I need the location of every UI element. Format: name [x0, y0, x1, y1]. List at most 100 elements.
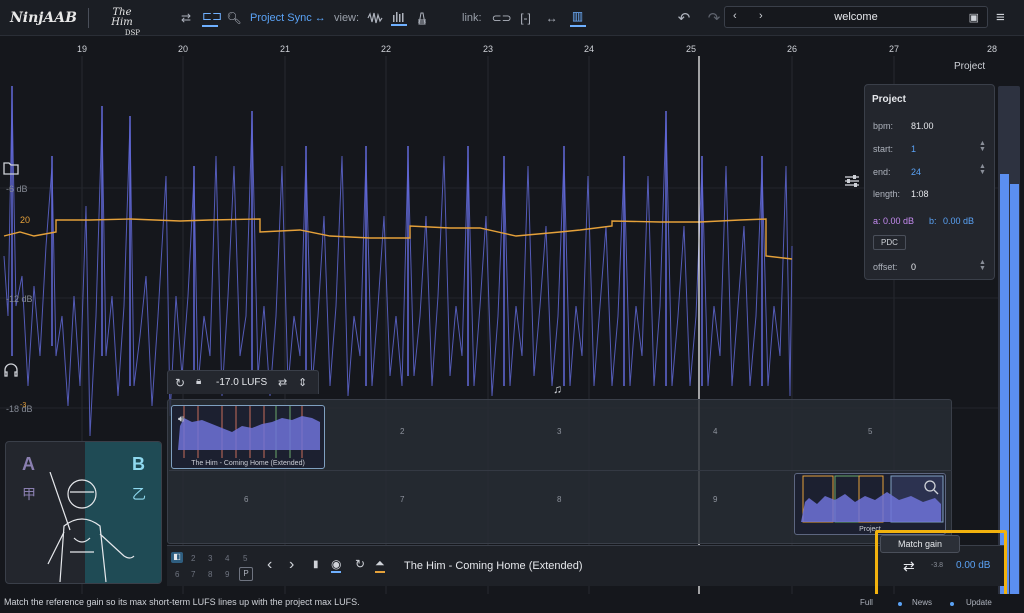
- slot-number[interactable]: 4: [713, 427, 717, 436]
- link-bracket-icon[interactable]: [-]: [518, 11, 534, 25]
- b-gain-label: b:: [929, 216, 937, 226]
- sync-cursor-icon[interactable]: ⊏⊐: [202, 9, 222, 27]
- link-grid-icon[interactable]: ▥: [569, 9, 586, 27]
- bar-marker: 25: [685, 44, 696, 54]
- offset-value[interactable]: 0: [911, 262, 916, 272]
- slot-num[interactable]: 3: [208, 554, 212, 563]
- refresh-icon[interactable]: ↻: [175, 376, 185, 390]
- slot-number[interactable]: 9: [713, 495, 717, 504]
- slot-num[interactable]: 7: [191, 570, 195, 579]
- slot-num[interactable]: 6: [175, 570, 179, 579]
- reference-waveform-thumb: 🔊︎: [178, 406, 320, 458]
- link-range-icon[interactable]: ↔: [544, 11, 560, 25]
- settings-sliders-icon[interactable]: [844, 174, 860, 188]
- preset-navigator[interactable]: ‹ › welcome ▣: [724, 6, 988, 28]
- project-panel-title: Project: [872, 94, 906, 105]
- ninja-illustration: [47, 472, 135, 583]
- music-note-icon[interactable]: ♫: [553, 382, 562, 396]
- y-label-6db: -6 dB: [6, 184, 28, 194]
- bpm-label: bpm:: [873, 121, 894, 131]
- swap-gain-icon[interactable]: ⇄: [278, 376, 287, 389]
- slot-number[interactable]: 8: [557, 495, 561, 504]
- view-label: view:: [334, 12, 360, 24]
- preset-name[interactable]: welcome: [725, 11, 987, 23]
- prev-track-icon[interactable]: ‹: [267, 556, 272, 574]
- project-slot-button[interactable]: P: [239, 567, 253, 581]
- slot-number[interactable]: 6: [244, 495, 248, 504]
- speaker-icon[interactable]: 🔊︎: [178, 414, 185, 425]
- fit-vertical-icon[interactable]: ⇕: [298, 376, 307, 389]
- eye-icon[interactable]: ◉: [331, 557, 342, 573]
- full-link[interactable]: Full: [860, 598, 873, 607]
- project-sync-dropdown[interactable]: Project Sync ↔: [250, 12, 326, 24]
- slot-number[interactable]: 5: [868, 427, 872, 436]
- trash-icon[interactable]: ▮: [313, 559, 319, 570]
- redo-icon[interactable]: ↷: [706, 9, 722, 27]
- menu-icon[interactable]: ≡: [996, 9, 1005, 26]
- swap-icon[interactable]: ⇄: [178, 11, 194, 25]
- short-term-lufs-waveform: [3, 95, 793, 437]
- news-dot-icon: [898, 602, 902, 606]
- start-label: start:: [873, 144, 894, 154]
- slot-num[interactable]: 5: [243, 554, 247, 563]
- bars-view-icon[interactable]: [391, 10, 408, 26]
- pdc-button[interactable]: PDC: [873, 235, 906, 250]
- news-link[interactable]: News: [912, 598, 932, 607]
- link-label: link:: [462, 12, 482, 24]
- offset-label: offset:: [873, 262, 898, 272]
- end-label: end:: [873, 167, 891, 177]
- lock-icon[interactable]: 🔒︎: [196, 376, 201, 387]
- status-bar: Match the reference gain so its max shor…: [0, 594, 1024, 613]
- slot-number[interactable]: 3: [557, 427, 561, 436]
- project-settings-panel: Project bpm: 81.00 start: 1 ▲ ▼ end: 24 ▲…: [864, 84, 995, 280]
- length-label: length:: [873, 189, 901, 199]
- slot-num[interactable]: 2: [191, 554, 195, 563]
- update-link[interactable]: Update: [966, 598, 992, 607]
- end-value[interactable]: 24: [911, 167, 921, 177]
- bar-marker: 24: [583, 44, 594, 54]
- divider: [88, 8, 89, 28]
- b-gain-value[interactable]: 0.00 dB: [943, 216, 974, 226]
- bar-marker: 19: [76, 44, 87, 54]
- slot-num[interactable]: 8: [208, 570, 212, 579]
- metronome-icon[interactable]: ⏶: [375, 556, 385, 573]
- bar-marker: 26: [786, 44, 797, 54]
- update-dot-icon: [950, 602, 954, 606]
- top-toolbar: NinjAAB The Him DSP ⇄ ⊏⊐ 🔍︎ Project Sync…: [0, 0, 1024, 38]
- length-value: 1:08: [911, 189, 929, 199]
- brand-logo-text: NinjAAB: [10, 10, 77, 26]
- start-value[interactable]: 1: [911, 144, 916, 154]
- ab-switch-panel[interactable]: A 甲 B 乙: [5, 441, 162, 584]
- next-track-icon[interactable]: ›: [289, 556, 294, 574]
- reference-lufs-value: -17.0 LUFS: [216, 377, 268, 388]
- slot-num[interactable]: 9: [225, 570, 229, 579]
- slot-number[interactable]: 2: [400, 427, 404, 436]
- metronome-view-icon[interactable]: [415, 11, 429, 25]
- offset-stepper-icon[interactable]: ▲ ▼: [979, 259, 986, 272]
- partner-logo-line1: The Him: [111, 7, 133, 28]
- undo-icon[interactable]: ↶: [676, 9, 692, 27]
- a-gain-value[interactable]: 0.00 dB: [883, 216, 914, 226]
- folder-icon[interactable]: [2, 160, 20, 176]
- partner-logo-line2: DSP: [124, 29, 140, 37]
- y-label-small: -3: [20, 402, 27, 409]
- slot-number[interactable]: 7: [400, 495, 404, 504]
- slot-num[interactable]: 4: [225, 554, 229, 563]
- headphones-icon[interactable]: [2, 362, 20, 378]
- project-thumbnail[interactable]: Project: [794, 473, 946, 535]
- bar-marker: 28: [986, 44, 997, 54]
- loop-icon[interactable]: ↻: [355, 557, 365, 571]
- zoom-icon[interactable]: 🔍︎: [226, 11, 242, 25]
- link-loop-icon[interactable]: ⊂⊃: [492, 11, 512, 25]
- waveform-view-icon[interactable]: [367, 11, 383, 25]
- grid-divider: [169, 470, 952, 471]
- slot-1-active-icon[interactable]: ◧: [171, 552, 183, 563]
- save-icon[interactable]: ▣: [969, 11, 979, 24]
- reference-slot-1[interactable]: 🔊︎ The Him - Coming Home (Extended): [171, 405, 325, 469]
- start-stepper-icon[interactable]: ▲ ▼: [979, 140, 986, 153]
- end-stepper-icon[interactable]: ▲ ▼: [979, 163, 986, 176]
- ninjaab-logo: NinjAAB: [10, 0, 77, 36]
- reference-toolbar: ↻ 🔒︎ -17.0 LUFS ⇄ ⇕: [167, 370, 319, 394]
- bpm-value[interactable]: 81.00: [911, 121, 934, 131]
- the-him-dsp-logo: The Him DSP: [104, 8, 140, 38]
